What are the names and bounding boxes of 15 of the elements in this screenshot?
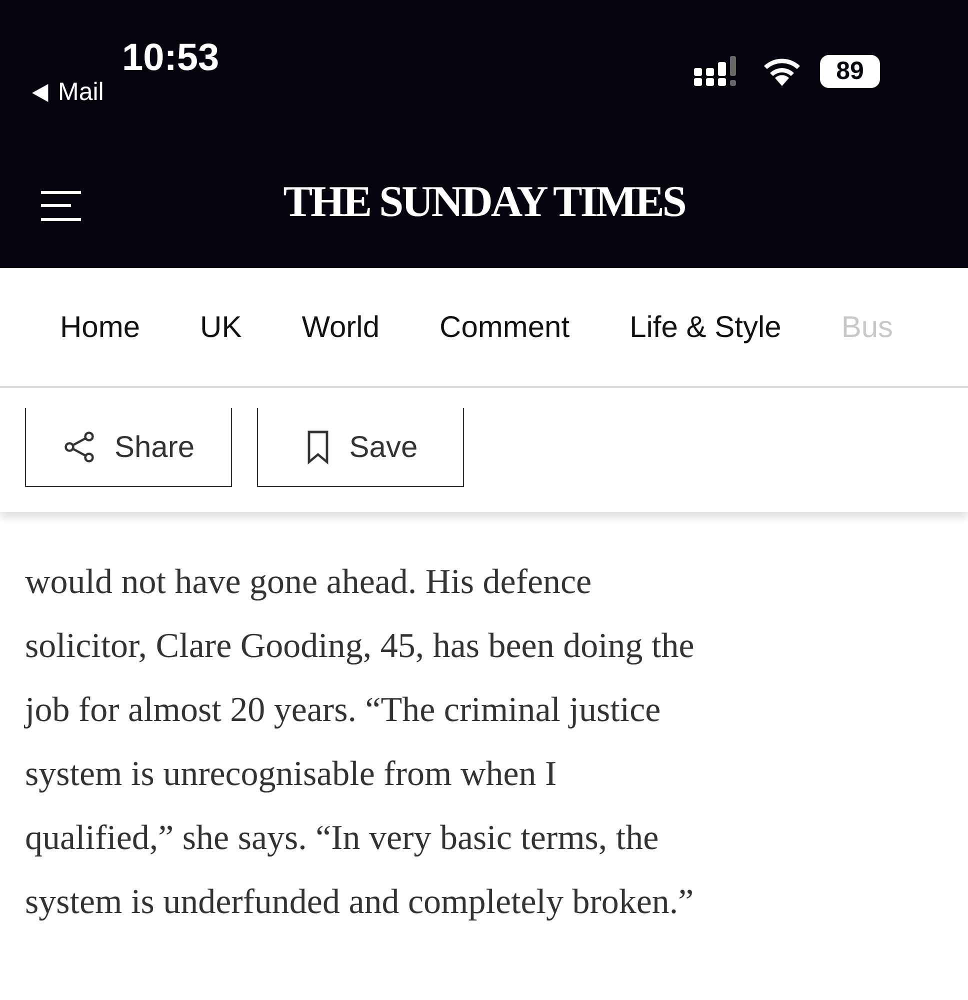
masthead-logo[interactable]: THE SUNDAY TIMES (283, 180, 685, 224)
nav-tab[interactable]: World (302, 304, 380, 350)
status-time: 10:53 (122, 36, 220, 81)
save-button[interactable]: Save (257, 408, 464, 487)
battery-level: 89 (820, 55, 880, 88)
nav-tab[interactable]: Life & Style (630, 304, 782, 350)
share-button[interactable]: Share (25, 408, 232, 487)
nav-tab[interactable]: UK (200, 304, 242, 350)
back-link[interactable]: Mail (58, 74, 104, 112)
wifi-icon (762, 56, 802, 86)
menu-icon[interactable] (41, 190, 81, 222)
article-paragraph: would not have gone ahead. His defence solicitor, Clare Gooding, 45, has been doing the job for almost 20 years. “The criminal justice system is unrecognisable from when I qualified,” she says. “In very basic terms, the system is underfunded and completely broken.” (25, 561, 696, 923)
nav-tab[interactable]: Home (60, 304, 140, 350)
nav-tab[interactable]: Comment (440, 304, 570, 350)
back-arrow-icon (32, 84, 50, 102)
